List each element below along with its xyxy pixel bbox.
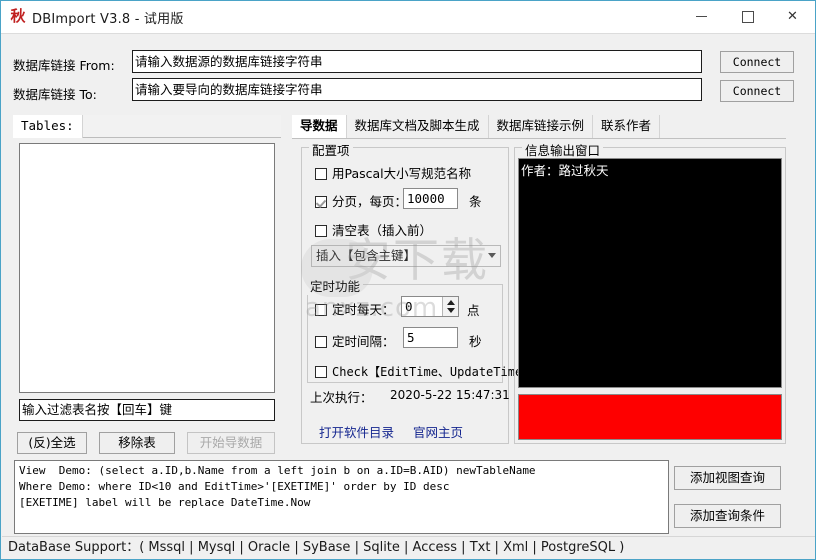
paging-label: 分页，每页： (332, 194, 408, 209)
tab-connection-samples[interactable]: 数据库链接示例 (489, 115, 594, 138)
add-query-condition-button[interactable]: 添加查询条件 (674, 504, 781, 528)
app-window: 秋 DBImport V3.8 - 试用版 ✕ 数据库链接 From: 请输入数… (0, 0, 816, 560)
checkbox-box (315, 168, 327, 180)
timer-group-title: 定时功能 (307, 276, 364, 295)
last-run-label: 上次执行： (310, 390, 373, 405)
minimize-icon (696, 16, 707, 17)
insert-mode-combobox[interactable]: 插入【包含主键】 (311, 245, 501, 267)
minimize-button[interactable] (679, 1, 724, 32)
page-size-unit: 条 (469, 194, 482, 209)
check-edittime-checkbox[interactable]: Check【EditTime、UpdateTime】 (315, 363, 534, 380)
paging-checkbox[interactable]: 分页，每页： (315, 191, 407, 210)
maximize-icon (741, 10, 754, 23)
truncate-table-label: 清空表（插入前） (332, 223, 433, 238)
tab-doc-script-gen[interactable]: 数据库文档及脚本生成 (347, 115, 489, 138)
start-import-button[interactable]: 开始导数据 (187, 432, 275, 454)
maximize-button[interactable] (725, 1, 770, 32)
homepage-link[interactable]: 官网主页 (413, 422, 463, 441)
tables-tabstrip: Tables: (13, 115, 281, 138)
interval-schedule-label: 定时间隔： (332, 334, 395, 349)
add-view-query-button[interactable]: 添加视图查询 (674, 466, 781, 490)
connection-to-input[interactable]: 请输入要导向的数据库链接字符串 (132, 78, 702, 101)
daily-hour-spinner[interactable]: 0 (401, 296, 459, 317)
connection-from-label: 数据库链接 From: (13, 58, 115, 73)
tab-tables[interactable]: Tables: (13, 115, 83, 138)
config-group-title: 配置项 (309, 140, 353, 159)
pascal-naming-checkbox[interactable]: 用Pascal大小写规范名称 (315, 163, 471, 182)
connect-to-button[interactable]: Connect (720, 80, 794, 102)
interval-unit: 秒 (469, 334, 482, 349)
spinner-buttons[interactable] (442, 297, 458, 316)
tab-contact-author[interactable]: 联系作者 (593, 115, 661, 138)
output-group-title: 信息输出窗口 (522, 140, 604, 159)
chevron-down-icon (488, 253, 496, 258)
spinner-up-icon[interactable] (447, 300, 455, 305)
select-invert-button[interactable]: (反)全选 (17, 432, 87, 454)
daily-schedule-label: 定时每天： (332, 302, 395, 317)
alert-panel (518, 394, 782, 440)
sql-line: View Demo: (select a.ID,b.Name from a le… (19, 464, 536, 477)
remove-table-button[interactable]: 移除表 (99, 432, 175, 454)
table-filter-input[interactable]: 输入过滤表名按【回车】键 (19, 399, 275, 421)
close-button[interactable]: ✕ (770, 1, 815, 32)
checkbox-box (315, 304, 327, 316)
interval-seconds-input[interactable]: 5 (403, 327, 458, 348)
truncate-table-checkbox[interactable]: 清空表（插入前） (315, 220, 432, 239)
connect-from-button[interactable]: Connect (720, 51, 794, 73)
checkbox-box (315, 225, 327, 237)
app-icon: 秋 (10, 7, 26, 25)
tab-import-data[interactable]: 导数据 (292, 115, 347, 138)
sql-line: [EXETIME] label will be replace DateTime… (19, 496, 311, 509)
pascal-naming-label: 用Pascal大小写规范名称 (332, 166, 472, 181)
insert-mode-value: 插入【包含主键】 (316, 248, 417, 263)
window-title: DBImport V3.8 - 试用版 (32, 12, 184, 27)
connection-from-input[interactable]: 请输入数据源的数据库链接字符串 (132, 50, 702, 73)
status-bar: DataBase Support：( Mssql | Mysql | Oracl… (2, 536, 815, 558)
spinner-down-icon[interactable] (447, 308, 455, 313)
connection-to-label: 数据库链接 To: (13, 87, 97, 102)
daily-hour-unit: 点 (467, 303, 480, 318)
title-bar: 秋 DBImport V3.8 - 试用版 ✕ (1, 1, 815, 34)
tables-listbox[interactable] (19, 143, 275, 393)
checkbox-box (315, 336, 327, 348)
main-tabstrip: 导数据 数据库文档及脚本生成 数据库链接示例 联系作者 (292, 115, 786, 139)
interval-schedule-checkbox[interactable]: 定时间隔： (315, 331, 395, 350)
output-console[interactable]: 作者：路过秋天 (518, 158, 782, 388)
checkbox-box (315, 366, 327, 378)
sql-line: Where Demo: where ID<10 and EditTime>'[E… (19, 480, 450, 493)
daily-hour-value: 0 (405, 299, 413, 314)
checkbox-box (315, 196, 327, 208)
daily-schedule-checkbox[interactable]: 定时每天： (315, 299, 395, 318)
last-run-value: 2020-5-22 15:47:31 (390, 388, 510, 402)
page-size-input[interactable]: 10000 (403, 188, 458, 209)
sql-demo-textarea[interactable]: View Demo: (select a.ID,b.Name from a le… (14, 460, 669, 534)
check-edittime-label: Check【EditTime、UpdateTime】 (332, 365, 535, 379)
open-software-directory-link[interactable]: 打开软件目录 (319, 422, 394, 441)
